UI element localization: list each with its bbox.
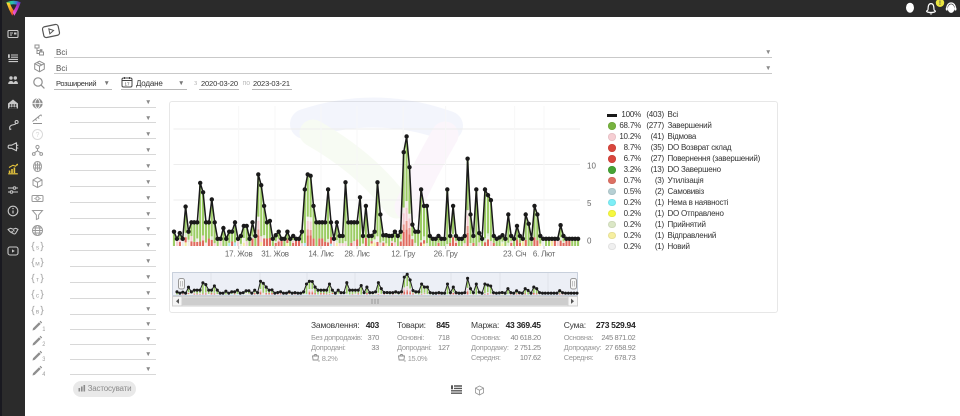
- svg-text:x: x: [404, 358, 406, 362]
- svg-text:31. Жов: 31. Жов: [261, 250, 289, 259]
- svg-text:5: 5: [587, 199, 592, 208]
- svg-text:26. Гру: 26. Гру: [434, 250, 458, 259]
- svg-text:12. Гру: 12. Гру: [391, 250, 415, 259]
- svg-text:0: 0: [587, 237, 592, 246]
- svg-text:x: x: [318, 358, 320, 362]
- svg-text:23. Січ: 23. Січ: [503, 250, 526, 259]
- svg-text:14. Лис: 14. Лис: [308, 250, 334, 259]
- svg-text:17. Жов: 17. Жов: [225, 250, 253, 259]
- svg-text:10: 10: [587, 162, 596, 171]
- svg-text:6. Лют: 6. Лют: [533, 250, 556, 259]
- svg-text:28. Лис: 28. Лис: [344, 250, 370, 259]
